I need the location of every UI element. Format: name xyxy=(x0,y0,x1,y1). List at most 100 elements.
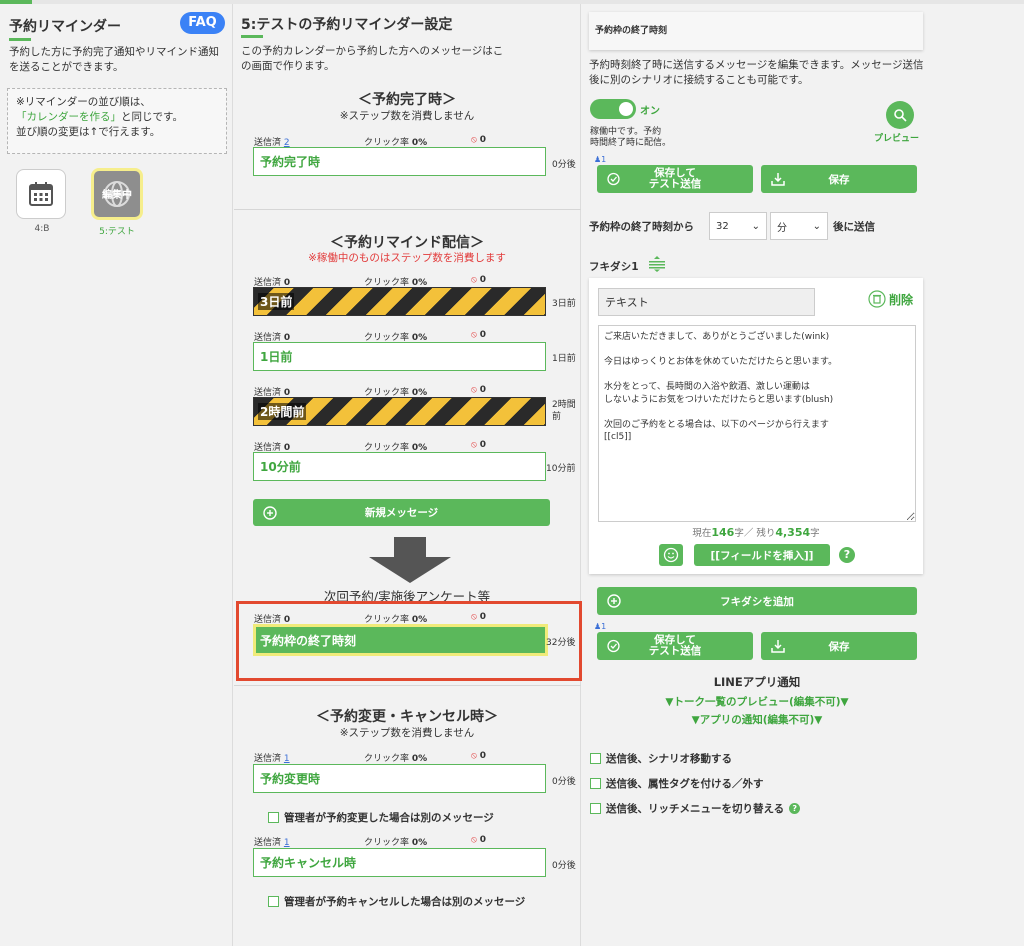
bubble-editor-card: テキスト 削除 現在146字／ 残り4,354字 [[フィールドを挿入]] ? xyxy=(589,278,923,574)
admin-change-checkbox-row[interactable]: 管理者が予約変更した場合は別のメッセージ xyxy=(268,810,494,825)
cancel-message-box[interactable]: 予約キャンセル時 xyxy=(253,848,546,877)
block-icon: ⦸ xyxy=(471,440,477,450)
drag-handle-icon[interactable] xyxy=(648,256,666,272)
admin-cancel-checkbox-row[interactable]: 管理者が予約キャンセルした場合は別のメッセージ xyxy=(268,894,525,909)
emoji-button[interactable] xyxy=(659,544,683,566)
reminder-sidebar: 予約リマインダー FAQ 予約した方に予約完了通知やリマインド通知を送ることがで… xyxy=(0,4,233,946)
timing-unit-select[interactable]: 分 ⌄ xyxy=(770,212,828,240)
rich-menu-checkbox[interactable] xyxy=(590,803,601,814)
admin-change-checkbox[interactable] xyxy=(268,812,279,823)
change-block-stat: ⦸ 0 xyxy=(471,835,487,845)
section-divider xyxy=(234,685,581,686)
create-calendar-link[interactable]: 「カレンダーを作る」 xyxy=(16,111,121,123)
next-offset: 32分後 xyxy=(546,638,576,648)
change-sent-stat: 送信済 1 xyxy=(254,838,290,848)
sent-count-link[interactable]: 1 xyxy=(284,754,290,764)
remind-message-box[interactable]: 1日前 xyxy=(253,342,546,371)
remind-offset: 1日前 xyxy=(552,354,576,364)
settings-title: 5:テストの予約リマインダー設定 xyxy=(241,17,453,33)
search-icon xyxy=(894,109,907,122)
message-editor-panel: 予約枠の終了時刻 予約時刻終了時に送信するメッセージを編集できます。メッセージ送… xyxy=(582,4,1024,946)
complete-block-stat: ⦸ 0 xyxy=(471,135,487,145)
app-notice-link[interactable]: ▼アプリの通知(編集不可)▼ xyxy=(582,712,932,727)
line-notice-title: LINEアプリ通知 xyxy=(713,675,801,689)
reminder-settings-panel: 5:テストの予約リマインダー設定 この予約カレンダーから予約した方へのメッセージ… xyxy=(234,4,582,946)
preview-label[interactable]: プレビュー xyxy=(874,131,919,144)
faq-button[interactable]: FAQ xyxy=(180,12,225,34)
new-message-button[interactable]: 新規メッセージ xyxy=(253,499,550,526)
timing-value-select[interactable]: 32 ⌄ xyxy=(709,212,767,240)
change-click-stat: クリック率 0% xyxy=(364,754,428,764)
complete-subheading: ※ステップ数を消費しません xyxy=(339,110,475,122)
note-line2-suffix: と同じです。 xyxy=(121,111,183,123)
admin-cancel-checkbox[interactable] xyxy=(268,896,279,907)
rich-menu-checkbox-row[interactable]: 送信後、リッチメニューを切り替える? xyxy=(590,801,801,816)
scenario-move-checkbox-row[interactable]: 送信後、シナリオ移動する xyxy=(590,751,732,766)
remind-offset: 2時間前 xyxy=(552,400,576,422)
sidebar-title: 予約リマインダー xyxy=(9,19,121,35)
editor-header-title: 予約枠の終了時刻 xyxy=(595,26,668,36)
remind-subheading: ※稼働中のものはステップ数を消費します xyxy=(308,252,506,264)
complete-offset: 0分後 xyxy=(552,160,576,170)
char-counter: 現在146字／ 残り4,354字 xyxy=(692,526,820,539)
block-icon: ⦸ xyxy=(471,330,477,340)
trash-icon xyxy=(868,290,886,308)
editing-badge: 編集中 xyxy=(102,190,132,201)
talk-preview-link[interactable]: ▼トーク一覧のプレビュー(編集不可)▼ xyxy=(582,694,932,709)
save-test-send-button[interactable]: 保存して テスト送信 xyxy=(597,165,753,193)
selected-message-box[interactable]: 予約枠の終了時刻 xyxy=(253,624,548,656)
help-icon[interactable]: ? xyxy=(789,803,801,814)
tag-checkbox-row[interactable]: 送信後、属性タグを付ける／外す xyxy=(590,776,764,791)
save-test-send-button[interactable]: 保存して テスト送信 xyxy=(597,632,753,660)
remind-message-box-inactive[interactable]: 2時間前 xyxy=(253,397,546,426)
cancel-offset: 0分後 xyxy=(552,861,576,871)
block-icon: ⦸ xyxy=(471,751,477,761)
check-circle-icon xyxy=(607,639,620,653)
download-icon xyxy=(771,640,785,653)
note-line1: ※リマインダーの並び順は、 xyxy=(16,96,151,108)
complete-message-box[interactable]: 予約完了時 xyxy=(253,147,546,176)
remind-block-stat: ⦸ 0 xyxy=(471,440,487,450)
note-line2: 「カレンダーを作る」と同じです。 xyxy=(16,110,218,125)
remind-heading: ＜予約リマインド配信＞ xyxy=(330,235,484,251)
message-type-select[interactable]: テキスト xyxy=(598,288,815,316)
remind-message-box-inactive[interactable]: 3日前 xyxy=(253,287,546,316)
help-icon[interactable]: ? xyxy=(839,547,855,563)
download-icon xyxy=(771,173,785,186)
remind-block-stat: ⦸ 0 xyxy=(471,275,487,285)
editor-header-card: 予約枠の終了時刻 xyxy=(589,12,923,50)
settings-description: この予約カレンダーから予約した方へのメッセージはこの画面で作ります。 xyxy=(241,45,504,72)
plus-circle-icon xyxy=(607,594,621,608)
delete-button[interactable]: 削除 xyxy=(868,290,913,308)
chevron-down-icon: ⌄ xyxy=(812,220,821,232)
scenario-move-checkbox[interactable] xyxy=(590,753,601,764)
settings-title-underline xyxy=(241,35,263,38)
save-button[interactable]: 保存 xyxy=(761,632,917,660)
note-line3: 並び順の変更は↑で行えます。 xyxy=(16,126,161,138)
sent-count-link[interactable]: 1 xyxy=(284,838,290,848)
reminder-card-test[interactable]: 編集中 xyxy=(91,168,143,220)
active-toggle[interactable] xyxy=(590,99,636,119)
remind-message-box[interactable]: 10分前 xyxy=(253,452,546,481)
status-line2: 時間終了時に配信。 xyxy=(590,138,672,148)
user-count: ♟1 xyxy=(594,155,607,164)
remind-block-stat: ⦸ 0 xyxy=(471,385,487,395)
change-offset: 0分後 xyxy=(552,777,576,787)
remind-block-stat: ⦸ 0 xyxy=(471,330,487,340)
reminder-card-b-label: 4:B xyxy=(34,224,50,234)
save-button[interactable]: 保存 xyxy=(761,165,917,193)
change-message-box[interactable]: 予約変更時 xyxy=(253,764,546,793)
tag-checkbox[interactable] xyxy=(590,778,601,789)
reminder-card-test-label: 5:テスト xyxy=(99,227,135,237)
calendar-icon xyxy=(29,182,53,206)
change-subheading: ※ステップ数を消費しません xyxy=(339,727,475,739)
reminder-card-b[interactable] xyxy=(16,169,66,219)
add-bubble-button[interactable]: フキダシを追加 xyxy=(597,587,917,615)
change-block-stat: ⦸ 0 xyxy=(471,751,487,761)
insert-field-button[interactable]: [[フィールドを挿入]] xyxy=(694,544,830,566)
preview-button[interactable] xyxy=(886,101,914,129)
block-icon: ⦸ xyxy=(471,835,477,845)
message-textarea[interactable] xyxy=(598,325,916,522)
toggle-label: オン xyxy=(640,106,660,117)
complete-heading: ＜予約完了時＞ xyxy=(358,92,456,108)
